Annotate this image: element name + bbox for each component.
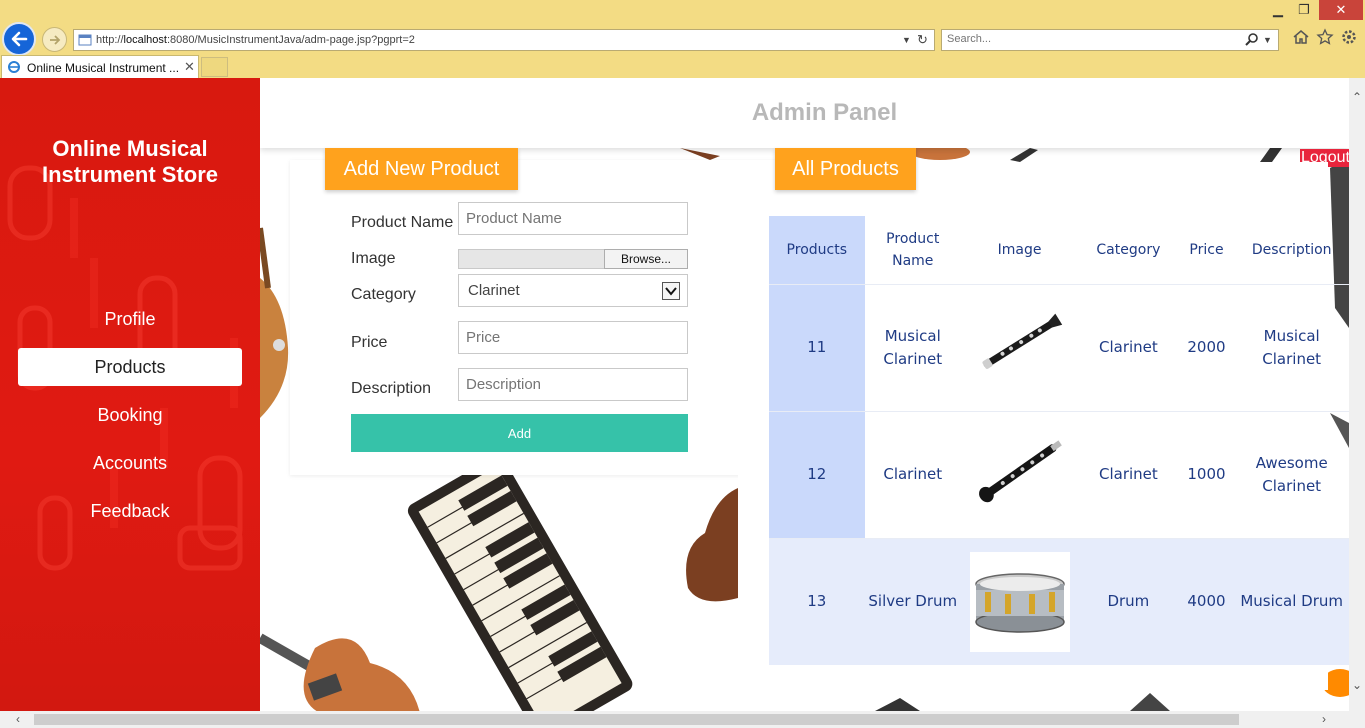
brand-title: Online Musical Instrument Store [0, 136, 260, 188]
chevron-down-icon[interactable] [662, 282, 680, 300]
sidebar: Online Musical Instrument Store Profile … [0, 78, 260, 711]
description-cell: Musical Drum [1234, 537, 1349, 665]
main-content: Admin Panel Logout Add New Product Produ… [260, 78, 1349, 711]
add-button[interactable]: Add [351, 414, 688, 452]
product-name-cell: Silver Drum [864, 537, 961, 665]
price-cell: 2000 [1178, 283, 1235, 411]
tab-title: Online Musical Instrument ... [27, 61, 180, 75]
product-id-cell: 11 [769, 283, 865, 411]
browse-button[interactable]: Browse... [604, 249, 688, 269]
drum-image-frame [969, 551, 1070, 652]
table-header-row: Products Product Name Image Category Pri… [769, 216, 1349, 284]
column-header-image: Image [997, 241, 1042, 258]
category-cell: Clarinet [1078, 410, 1179, 538]
description-cell: Musical Clarinet [1234, 283, 1349, 411]
clarinet-image [982, 313, 1062, 369]
sidebar-item-profile[interactable]: Profile [18, 300, 242, 338]
all-products-heading: All Products [775, 148, 916, 190]
product-id-cell: 12 [769, 410, 865, 538]
description-label: Description [351, 380, 432, 397]
image-label: Image [351, 250, 396, 267]
image-file-input[interactable]: Browse... [458, 249, 688, 269]
drum-image [974, 573, 1065, 633]
scroll-up-icon[interactable]: ⌃ [1352, 90, 1362, 104]
page-icon [78, 34, 92, 46]
product-image-cell [960, 283, 1079, 411]
product-image-cell [960, 410, 1079, 538]
new-tab-button[interactable] [201, 57, 228, 77]
star-icon[interactable] [1316, 28, 1334, 46]
search-icon[interactable] [1244, 32, 1260, 48]
table-row: 12 Clarinet Clarinet 1000 Awesome Clarin… [769, 410, 1349, 538]
sidebar-item-products[interactable]: Products [18, 348, 242, 386]
url-text[interactable]: http://localhost:8080/MusicInstrumentJav… [96, 34, 415, 46]
product-name-cell: Clarinet [864, 410, 961, 538]
category-cell: Clarinet [1078, 283, 1179, 411]
browser-chrome: http://localhost:8080/MusicInstrumentJav… [0, 0, 1365, 78]
price-cell: 1000 [1178, 410, 1235, 538]
product-image-cell [960, 537, 1079, 665]
sidebar-item-booking[interactable]: Booking [18, 396, 242, 434]
restore-icon: ❐ [1298, 2, 1310, 17]
address-bar[interactable]: http://localhost:8080/MusicInstrumentJav… [73, 29, 935, 51]
product-name-cell: Musical Clarinet [864, 283, 961, 411]
add-new-product-heading: Add New Product [325, 148, 518, 190]
products-table: Products Product Name Image Category Pri… [769, 216, 1349, 665]
back-button[interactable] [2, 22, 36, 56]
scroll-left-icon[interactable]: ‹ [16, 712, 20, 726]
product-name-input[interactable] [458, 202, 688, 235]
home-icon[interactable] [1292, 28, 1310, 46]
minimize-icon: ▁ [1273, 2, 1283, 17]
table-row: 13 Silver Drum Drum 4000 Musical Drum [769, 537, 1349, 665]
refresh-icon[interactable]: ↻ [917, 32, 928, 48]
search-dropdown-icon[interactable]: ▼ [1263, 35, 1272, 45]
price-label: Price [351, 334, 388, 351]
search-box[interactable]: ▼ [941, 29, 1279, 51]
address-dropdown-icon[interactable]: ▼ [902, 35, 911, 45]
description-input[interactable] [458, 368, 688, 401]
column-header-description: Description [1251, 241, 1332, 258]
restore-button[interactable]: ❐ [1292, 0, 1316, 20]
product-name-label: Product Name [351, 214, 454, 231]
category-label: Category [351, 286, 416, 303]
sidebar-item-feedback[interactable]: Feedback [18, 492, 242, 530]
search-input[interactable] [947, 33, 1237, 45]
price-input[interactable] [458, 321, 688, 354]
description-cell: Awesome Clarinet [1234, 410, 1349, 538]
scroll-down-icon[interactable]: ⌄ [1352, 678, 1362, 692]
admin-header: Admin Panel [260, 78, 1349, 148]
column-header-price: Price [1189, 241, 1224, 258]
column-header-category: Category [1096, 241, 1161, 258]
column-header-products: Products [769, 216, 865, 284]
vertical-scrollbar[interactable]: ⌃ ⌄ [1349, 78, 1365, 711]
page-title: Admin Panel [751, 99, 898, 126]
forward-button[interactable] [42, 27, 67, 52]
price-cell: 4000 [1178, 537, 1235, 665]
column-header-product-name: Product Name [886, 230, 940, 269]
close-window-button[interactable]: ✕ [1319, 0, 1363, 20]
ie-tab-icon [8, 61, 20, 73]
gear-icon[interactable] [1340, 28, 1358, 46]
category-cell: Drum [1078, 537, 1179, 665]
scroll-right-icon[interactable]: › [1322, 712, 1326, 726]
table-row: 11 Musical Clarinet Clarinet 2000 Musica… [769, 283, 1349, 411]
forward-icon [49, 34, 60, 45]
category-selected-value: Clarinet [468, 282, 520, 299]
close-icon: ✕ [1335, 2, 1347, 17]
product-id-cell: 13 [769, 537, 865, 665]
clarinet-image [978, 440, 1062, 503]
tab-close-icon[interactable]: ✕ [184, 59, 195, 75]
brand-line-1: Online Musical [52, 136, 208, 161]
back-icon [11, 31, 28, 47]
brand-line-2: Instrument Store [41, 162, 219, 187]
minimize-button[interactable]: ▁ [1266, 0, 1290, 20]
horizontal-scrollbar[interactable]: ‹ › [0, 711, 1365, 728]
sidebar-item-accounts[interactable]: Accounts [18, 444, 242, 482]
browser-tab[interactable]: Online Musical Instrument ... ✕ [1, 55, 199, 78]
category-select[interactable]: Clarinet [458, 274, 688, 307]
horizontal-scroll-thumb[interactable] [34, 714, 1239, 725]
